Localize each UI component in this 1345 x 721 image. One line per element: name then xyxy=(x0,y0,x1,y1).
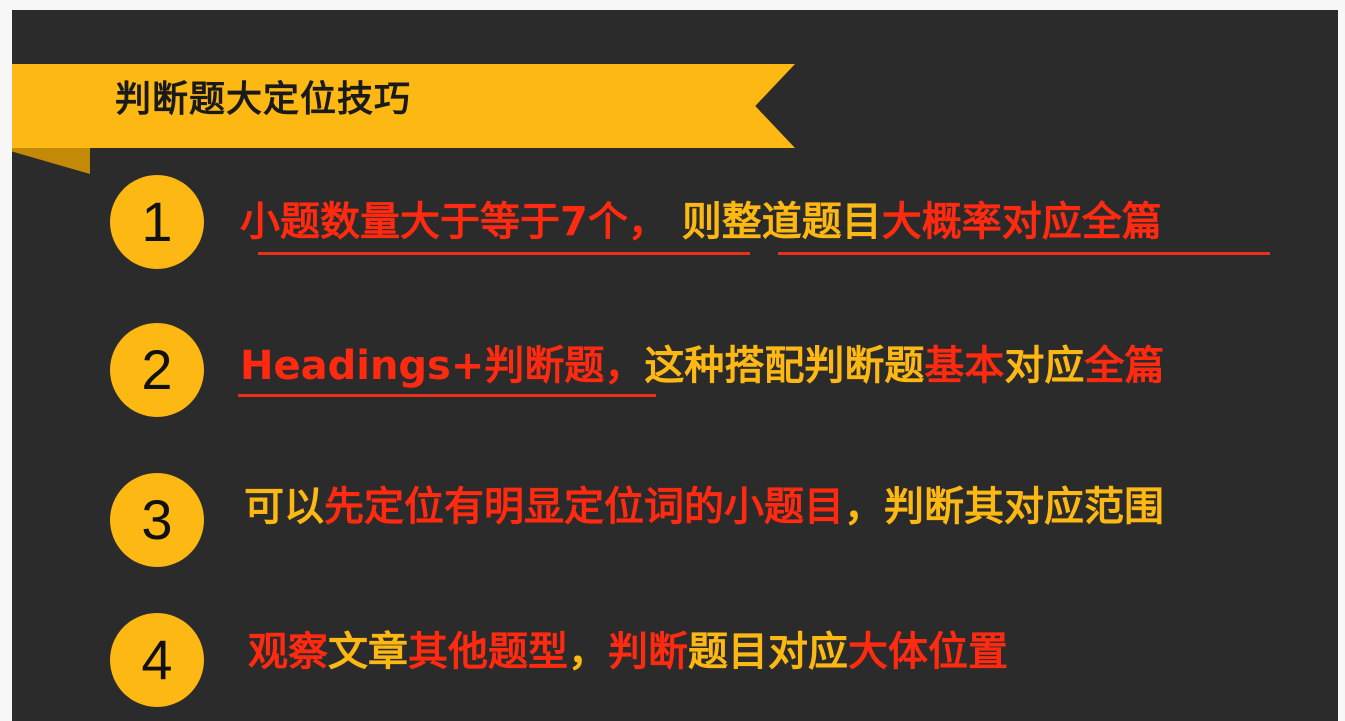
tip-4-part-3: 其他题型 xyxy=(408,629,568,675)
slide: 判断题大定位技巧 1 小题数量大于等于7个， 则整道题目大概率对应全篇 2 He… xyxy=(12,10,1338,721)
tip-4: 观察文章其他题型，判断题目对应大体位置 xyxy=(248,624,1008,680)
underline-2 xyxy=(238,394,656,397)
tip-3-part-3: ，判断其对应范围 xyxy=(844,484,1164,530)
tip-1: 小题数量大于等于7个， 则整道题目大概率对应全篇 xyxy=(240,194,1162,250)
tip-1-part-1: 小题数量大于等于7个， xyxy=(240,199,668,245)
number-badge-2: 2 xyxy=(110,323,204,417)
slide-title: 判断题大定位技巧 xyxy=(115,79,412,120)
tip-3-part-1: 可以 xyxy=(244,484,324,530)
tip-2-part-3: 基本 xyxy=(924,343,1005,389)
tip-4-part-4: ， xyxy=(568,629,608,675)
underline-1b xyxy=(778,252,1270,255)
number-badge-3: 3 xyxy=(110,473,204,567)
tip-2-part-2: 这种搭配判断题 xyxy=(644,343,925,389)
banner-fold xyxy=(12,148,90,174)
tip-2-part-5: 全篇 xyxy=(1084,343,1165,389)
tip-3: 可以先定位有明显定位词的小题目，判断其对应范围 xyxy=(244,479,1164,535)
number-badge-1: 1 xyxy=(110,175,204,269)
tip-1-part-3: 大概率对应全篇 xyxy=(881,199,1162,245)
tip-2: Headings+判断题，这种搭配判断题基本对应全篇 xyxy=(240,338,1164,394)
underline-1a xyxy=(258,252,750,255)
tip-3-part-2: 先定位有明显定位词的小题目 xyxy=(324,484,844,530)
tip-1-part-2: 则整道题目 xyxy=(667,199,882,245)
tip-4-part-7: 大体位置 xyxy=(848,629,1008,675)
tip-4-part-6: 题目对应 xyxy=(688,629,848,675)
number-badge-4: 4 xyxy=(110,613,204,707)
tip-2-part-4: 对应 xyxy=(1004,343,1085,389)
tip-4-part-2: 文章 xyxy=(328,629,408,675)
tip-2-part-1: Headings+判断题， xyxy=(240,343,645,389)
tip-4-part-1: 观察 xyxy=(248,629,328,675)
tip-4-part-5: 判断 xyxy=(608,629,688,675)
